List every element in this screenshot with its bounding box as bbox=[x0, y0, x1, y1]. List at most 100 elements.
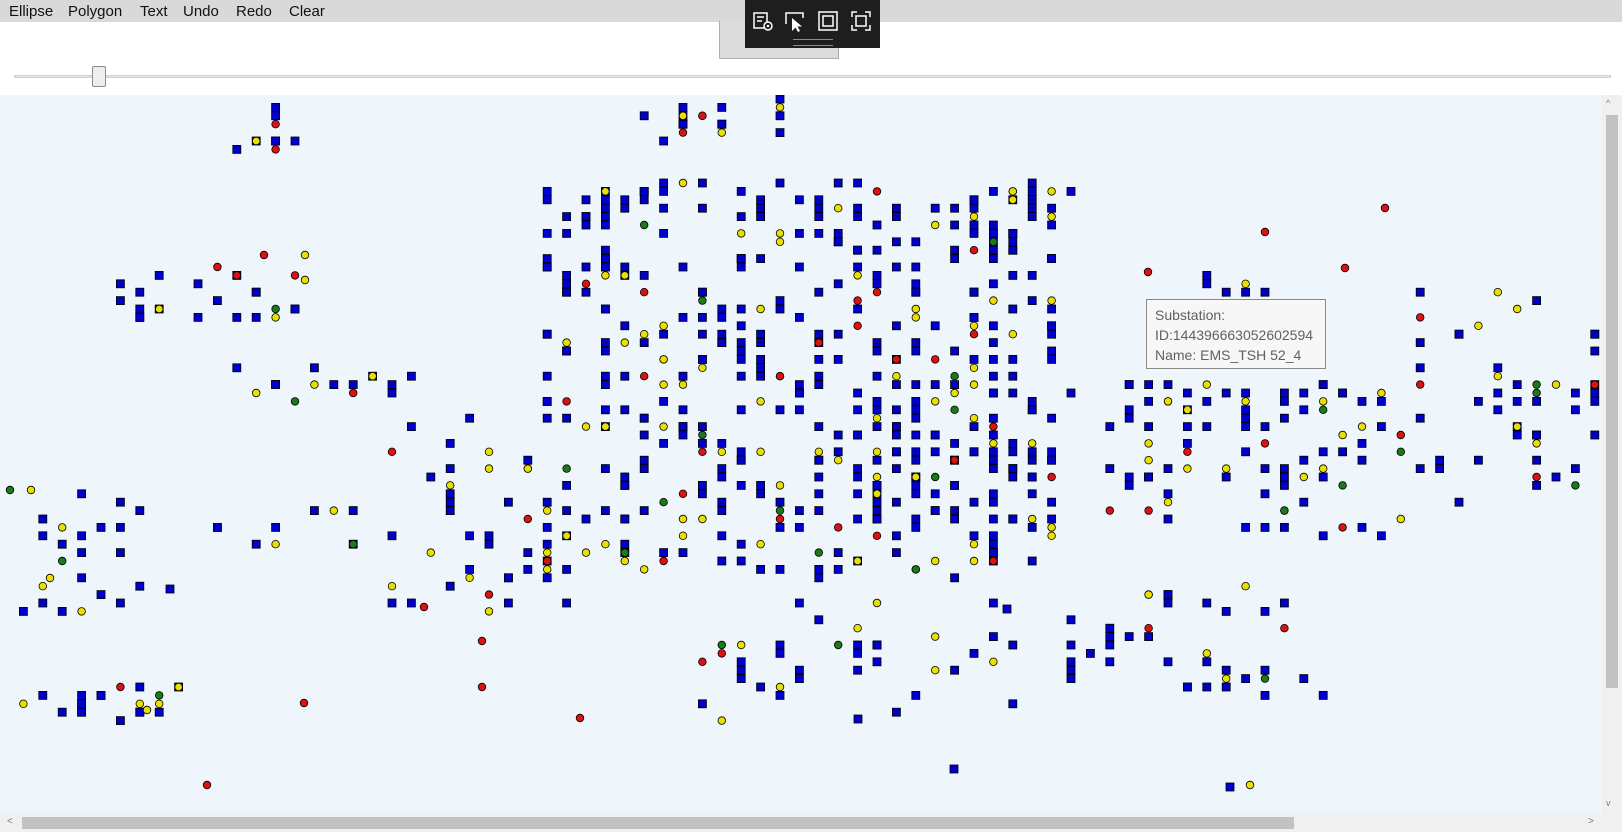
vertical-scrollbar[interactable]: ^ v bbox=[1602, 95, 1622, 813]
substation-node[interactable] bbox=[911, 455, 921, 465]
substation-node[interactable] bbox=[1493, 405, 1503, 415]
substation-node[interactable] bbox=[989, 413, 998, 423]
substation-node[interactable] bbox=[1066, 615, 1076, 625]
substation-node[interactable] bbox=[814, 380, 824, 390]
substation-node[interactable] bbox=[989, 489, 998, 499]
switch-node[interactable] bbox=[259, 250, 269, 260]
switch-node[interactable] bbox=[620, 338, 629, 347]
substation-node[interactable] bbox=[601, 338, 610, 348]
substation-node[interactable] bbox=[833, 430, 843, 440]
substation-node[interactable] bbox=[251, 312, 261, 322]
substation-node[interactable] bbox=[1415, 338, 1425, 348]
substation-node[interactable] bbox=[756, 254, 765, 264]
substation-node[interactable] bbox=[1008, 371, 1018, 381]
substation-node[interactable] bbox=[1008, 699, 1018, 709]
substation-node[interactable] bbox=[853, 262, 862, 272]
substation-node[interactable] bbox=[872, 640, 882, 650]
substation-node[interactable] bbox=[639, 270, 649, 280]
substation-node[interactable] bbox=[1202, 598, 1212, 608]
substation-node[interactable] bbox=[1454, 329, 1464, 339]
substation-node[interactable] bbox=[1027, 212, 1037, 221]
switch-node[interactable] bbox=[969, 329, 979, 339]
switch-node[interactable] bbox=[678, 514, 688, 524]
substation-node[interactable] bbox=[795, 598, 804, 608]
substation-node[interactable] bbox=[717, 119, 727, 129]
substation-node[interactable] bbox=[601, 245, 610, 255]
substation-node[interactable] bbox=[406, 371, 416, 381]
substation-node[interactable] bbox=[1183, 438, 1192, 448]
substation-node[interactable] bbox=[1047, 304, 1056, 314]
substation-node[interactable] bbox=[911, 430, 921, 440]
substation-node[interactable] bbox=[387, 388, 397, 398]
switch-node[interactable] bbox=[1318, 397, 1328, 406]
switch-node[interactable] bbox=[698, 111, 707, 120]
substation-node[interactable] bbox=[872, 220, 882, 230]
substation-node[interactable] bbox=[756, 489, 765, 499]
substation-node[interactable] bbox=[1299, 497, 1309, 507]
switch-node[interactable] bbox=[931, 355, 940, 364]
switch-node[interactable] bbox=[1280, 624, 1289, 633]
switch-node[interactable] bbox=[1221, 674, 1231, 683]
substation-node[interactable] bbox=[601, 212, 610, 221]
substation-node[interactable] bbox=[77, 707, 86, 717]
substation-node[interactable] bbox=[853, 714, 863, 724]
switch-node[interactable] bbox=[484, 447, 494, 456]
switch-node[interactable] bbox=[756, 540, 765, 549]
substation-node[interactable] bbox=[1377, 531, 1386, 541]
switch-node[interactable] bbox=[19, 699, 28, 708]
substation-node[interactable] bbox=[271, 102, 281, 112]
substation-node[interactable] bbox=[1008, 270, 1018, 280]
substation-node[interactable] bbox=[135, 581, 145, 591]
substation-node[interactable] bbox=[911, 287, 921, 297]
horizontal-scroll-thumb[interactable] bbox=[22, 817, 1294, 829]
substation-node[interactable] bbox=[1280, 598, 1289, 608]
substation-node[interactable] bbox=[639, 195, 649, 205]
substation-node[interactable] bbox=[445, 489, 455, 499]
switch-node[interactable] bbox=[640, 329, 649, 339]
substation-node[interactable] bbox=[950, 506, 959, 516]
switch-node[interactable] bbox=[1318, 464, 1328, 473]
substation-node[interactable] bbox=[659, 438, 668, 448]
switch-node[interactable] bbox=[1260, 674, 1270, 683]
switch-node[interactable] bbox=[872, 472, 882, 482]
substation-node[interactable] bbox=[756, 203, 765, 213]
switch-node[interactable] bbox=[562, 464, 571, 473]
switch-node[interactable] bbox=[581, 422, 591, 431]
substation-node[interactable] bbox=[1047, 329, 1056, 339]
switch-node[interactable] bbox=[1143, 267, 1153, 277]
substation-node[interactable] bbox=[1435, 455, 1444, 465]
substation-node[interactable] bbox=[775, 111, 785, 121]
switch-node[interactable] bbox=[387, 447, 397, 456]
substation-node[interactable] bbox=[949, 764, 959, 774]
switch-node[interactable] bbox=[814, 447, 823, 456]
substation-node[interactable] bbox=[853, 388, 862, 398]
substation-node[interactable] bbox=[717, 556, 727, 566]
substation-node[interactable] bbox=[1202, 422, 1212, 432]
switch-node[interactable] bbox=[911, 472, 920, 482]
switch-node[interactable] bbox=[349, 540, 358, 549]
substation-node[interactable] bbox=[387, 531, 397, 541]
switch-node[interactable] bbox=[1396, 430, 1405, 440]
substation-node[interactable] bbox=[698, 203, 707, 213]
substation-node[interactable] bbox=[717, 329, 727, 339]
substation-node[interactable] bbox=[950, 514, 959, 524]
substation-node[interactable] bbox=[989, 228, 998, 238]
substation-node[interactable] bbox=[1474, 396, 1483, 406]
menu-undo[interactable]: Undo bbox=[183, 3, 219, 20]
substation-node[interactable] bbox=[698, 489, 707, 499]
switch-node[interactable] bbox=[202, 780, 212, 790]
switch-node[interactable] bbox=[45, 573, 55, 583]
substation-node[interactable] bbox=[77, 691, 86, 700]
switch-node[interactable] bbox=[969, 245, 979, 255]
substation-node[interactable] bbox=[1454, 497, 1464, 507]
substation-node[interactable] bbox=[503, 573, 513, 583]
substation-node[interactable] bbox=[1241, 405, 1250, 415]
substation-node[interactable] bbox=[775, 95, 785, 104]
substation-node[interactable] bbox=[736, 346, 746, 356]
frame-icon[interactable] bbox=[816, 9, 840, 33]
substation-node[interactable] bbox=[1047, 455, 1056, 465]
substation-node[interactable] bbox=[969, 354, 979, 364]
switch-node[interactable] bbox=[142, 705, 152, 715]
substation-node[interactable] bbox=[969, 447, 979, 457]
switch-node[interactable] bbox=[1260, 439, 1270, 448]
